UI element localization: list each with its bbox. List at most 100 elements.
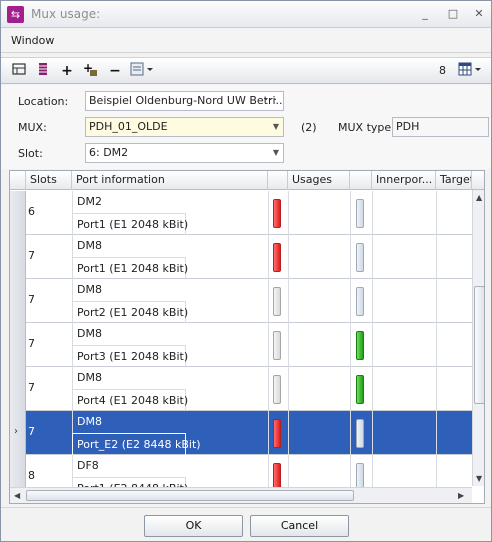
usage-status-indicator — [273, 199, 281, 228]
column-divider — [288, 191, 289, 235]
port-cell: Port3 (E1 2048 kBit) — [72, 345, 188, 367]
column-divider — [268, 191, 269, 235]
column-divider — [350, 235, 351, 279]
device-cell: DM2 — [72, 191, 268, 213]
usage-status-indicator — [273, 287, 281, 316]
innerport-status-indicator — [356, 375, 364, 404]
scroll-down-icon[interactable]: ▼ — [476, 474, 482, 483]
add-button[interactable]: + — [58, 62, 76, 80]
table-row[interactable]: 7 DM8 Port2 (E1 2048 kBit) — [10, 279, 472, 323]
device-cell: DM8 — [72, 367, 268, 389]
column-divider — [372, 191, 373, 235]
mux-type-label: MUX type: — [338, 121, 395, 134]
column-divider — [350, 323, 351, 367]
current-row-icon: › — [14, 426, 18, 437]
table-row[interactable]: 7 DM8 Port1 (E1 2048 kBit) — [10, 235, 472, 279]
title-bar: ⇆ Mux usage: _ □ ✕ — [1, 1, 491, 28]
column-layout-icon[interactable] — [10, 62, 28, 80]
menu-window[interactable]: Window — [11, 34, 54, 47]
column-divider — [288, 411, 289, 455]
row-selector[interactable] — [10, 323, 26, 367]
column-divider — [288, 323, 289, 367]
database-icon[interactable] — [34, 62, 52, 80]
row-selector[interactable] — [10, 191, 26, 235]
port-cell: Port_E2 (E2 8448 kBit) — [72, 433, 201, 455]
usage-status-indicator — [273, 243, 281, 272]
table-row[interactable]: 7 DM8 Port3 (E1 2048 kBit) — [10, 323, 472, 367]
column-divider — [436, 191, 437, 235]
location-field[interactable]: Beispiel Oldenburg-Nord UW Betri... ··· — [85, 91, 284, 111]
mux-select[interactable]: PDH_01_OLDE ▼ — [85, 117, 284, 137]
header-target[interactable]: Target — [436, 171, 472, 190]
scroll-right-icon[interactable]: ▶ — [458, 491, 464, 500]
mux-usage-window: ⇆ Mux usage: _ □ ✕ Window + + − 8 Locati… — [0, 0, 492, 542]
header-usage-indicator[interactable] — [268, 171, 288, 190]
table-row[interactable]: 7 DM8 Port4 (E1 2048 kBit) — [10, 367, 472, 411]
horizontal-scroll-thumb[interactable] — [26, 490, 354, 501]
header-innerport[interactable]: Innerpor... — [372, 171, 436, 190]
minimize-button[interactable]: _ — [415, 5, 435, 23]
usage-grid: Slots Port information Usages Innerpor..… — [9, 170, 485, 504]
innerport-status-indicator — [356, 331, 364, 360]
ok-button[interactable]: OK — [144, 515, 243, 537]
scroll-up-icon[interactable]: ▲ — [476, 193, 482, 202]
close-button[interactable]: ✕ — [469, 5, 489, 23]
header-port-information[interactable]: Port information — [72, 171, 268, 190]
chevron-down-icon: ▼ — [272, 122, 279, 131]
header-usages[interactable]: Usages — [288, 171, 350, 190]
slot-select[interactable]: 6: DM2 ▼ — [85, 143, 284, 163]
column-divider — [288, 367, 289, 411]
header-inner-indicator[interactable] — [350, 171, 372, 190]
cancel-button[interactable]: Cancel — [250, 515, 349, 537]
header-selector — [10, 171, 26, 190]
device-cell: DM8 — [72, 235, 268, 257]
slot-cell: 7 — [28, 381, 35, 394]
menu-bar: Window — [1, 28, 491, 53]
mux-label: MUX: — [18, 121, 47, 134]
mux-type-value: PDH — [396, 120, 420, 133]
vertical-scroll-thumb[interactable] — [474, 286, 484, 404]
port-cell: Port4 (E1 2048 kBit) — [72, 389, 188, 411]
horizontal-scrollbar[interactable]: ◀ ▶ — [10, 487, 472, 503]
column-divider — [372, 411, 373, 455]
slot-cell: 7 — [28, 425, 35, 438]
row-selector[interactable] — [10, 367, 26, 411]
header-slots[interactable]: Slots — [26, 171, 72, 190]
maximize-button[interactable]: □ — [443, 5, 463, 23]
scroll-left-icon[interactable]: ◀ — [14, 491, 20, 500]
column-divider — [372, 323, 373, 367]
record-count: 8 — [439, 64, 446, 77]
table-row[interactable]: › 7 DM8 Port_E2 (E2 8448 kBit) — [10, 411, 472, 455]
usage-status-indicator — [273, 331, 281, 360]
column-divider — [372, 235, 373, 279]
column-divider — [350, 411, 351, 455]
slot-cell: 7 — [28, 249, 35, 262]
add-copy-icon[interactable]: + — [82, 61, 100, 80]
row-selector[interactable] — [10, 279, 26, 323]
column-divider — [288, 235, 289, 279]
filter-form: Location: Beispiel Oldenburg-Nord UW Bet… — [1, 85, 491, 169]
dialog-buttons: OK Cancel — [1, 507, 491, 541]
innerport-status-indicator — [356, 243, 364, 272]
device-cell: DM8 — [72, 323, 268, 345]
column-divider — [436, 367, 437, 411]
column-divider — [268, 411, 269, 455]
column-divider — [268, 235, 269, 279]
table-row[interactable]: 6 DM2 Port1 (E1 2048 kBit) — [10, 191, 472, 235]
column-divider — [436, 323, 437, 367]
vertical-scrollbar[interactable]: ▲ ▼ — [472, 190, 484, 486]
location-label: Location: — [18, 95, 69, 108]
device-cell: DM8 — [72, 279, 268, 301]
slot-cell: 6 — [28, 205, 35, 218]
grid-options-icon[interactable] — [457, 62, 483, 80]
column-divider — [436, 235, 437, 279]
mux-value: PDH_01_OLDE — [89, 120, 168, 133]
browse-icon[interactable]: ··· — [265, 92, 279, 109]
window-title: Mux usage: — [31, 7, 101, 21]
row-selector[interactable] — [10, 235, 26, 279]
row-selector[interactable]: › — [10, 411, 26, 455]
export-icon[interactable] — [129, 62, 155, 80]
column-divider — [436, 279, 437, 323]
location-value: Beispiel Oldenburg-Nord UW Betri... — [89, 94, 284, 107]
remove-button[interactable]: − — [106, 62, 124, 80]
